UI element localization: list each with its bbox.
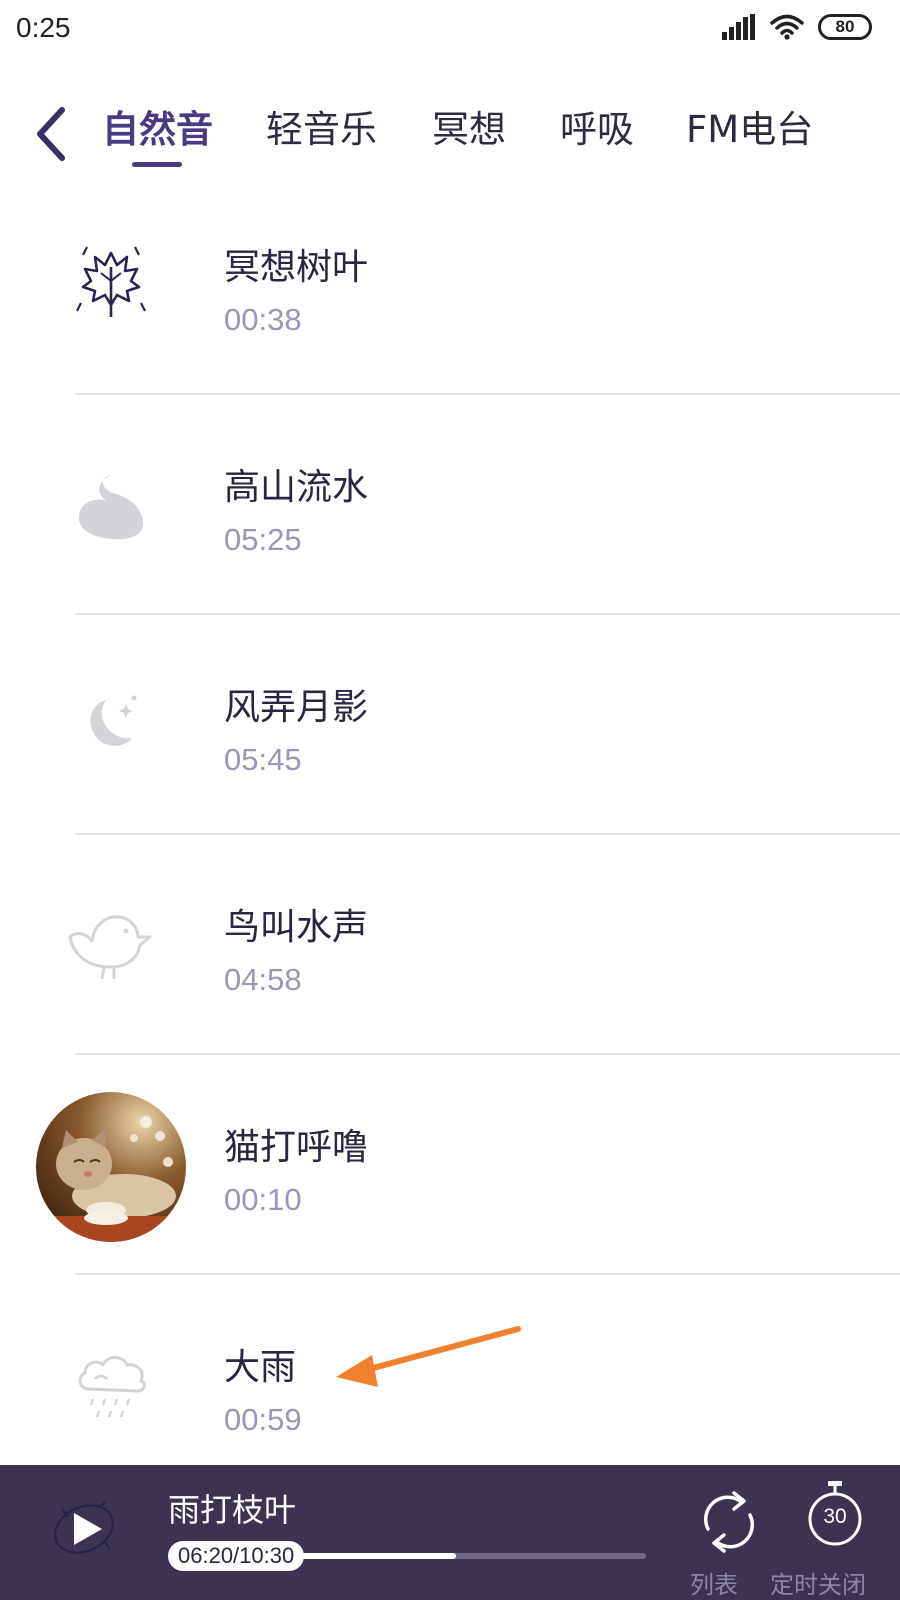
status-time: 0:25 xyxy=(16,12,71,43)
divider xyxy=(75,1273,900,1275)
timer-label: 定时关闭 xyxy=(770,1571,866,1599)
track-title: 大雨 xyxy=(224,1347,297,1388)
tab-meditation[interactable]: 冥想 xyxy=(432,100,506,170)
divider xyxy=(75,833,900,835)
cat-thumbnail xyxy=(36,1092,186,1242)
track-list: 冥想树叶 00:38 高山流水 05:25 风弄月影 05:45 鸟叫水声 04… xyxy=(0,180,900,1465)
loop-button[interactable] xyxy=(696,1487,762,1557)
back-button[interactable] xyxy=(30,104,74,164)
track-duration: 05:45 xyxy=(224,742,302,777)
status-bar: 0:25 80 xyxy=(0,0,900,62)
track-title: 猫打呼噜 xyxy=(224,1127,369,1168)
bird-icon xyxy=(36,870,186,1020)
rain-cloud-icon xyxy=(36,1310,186,1460)
divider xyxy=(75,393,900,395)
mini-player: 雨打枝叶 06:20/10:30 列表 30 定时关闭 xyxy=(0,1465,900,1600)
wifi-icon xyxy=(770,14,804,40)
status-icons: 80 xyxy=(722,14,872,40)
divider xyxy=(75,613,900,615)
track-duration: 05:25 xyxy=(224,522,302,557)
tab-nature-sounds[interactable]: 自然音 xyxy=(102,100,213,170)
tab-fm-radio[interactable]: FM电台 xyxy=(686,100,813,170)
track-duration: 04:58 xyxy=(224,962,302,997)
list-item[interactable]: 鸟叫水声 04:58 xyxy=(0,840,900,1064)
active-tab-indicator xyxy=(132,162,182,167)
leaf-icon xyxy=(36,208,186,358)
tabs: 自然音 轻音乐 冥想 呼吸 FM电台 xyxy=(102,100,824,170)
track-duration: 00:38 xyxy=(224,302,302,337)
list-item[interactable]: 冥想树叶 00:38 xyxy=(0,180,900,404)
sleep-timer-button[interactable]: 30 xyxy=(806,1479,864,1555)
category-tab-bar: 自然音 轻音乐 冥想 呼吸 FM电台 xyxy=(0,90,900,180)
list-item[interactable]: 猫打呼噜 00:10 xyxy=(0,1060,900,1284)
timer-minutes: 30 xyxy=(823,1505,847,1528)
play-icon xyxy=(54,1500,114,1554)
cat-photo xyxy=(36,1092,186,1242)
water-drop-icon xyxy=(36,432,186,582)
tab-breathing[interactable]: 呼吸 xyxy=(560,100,634,170)
annotation-arrow-icon xyxy=(336,1326,521,1387)
signal-icon xyxy=(722,14,755,40)
tab-label: 自然音 xyxy=(102,108,213,151)
list-item[interactable]: 风弄月影 05:45 xyxy=(0,620,900,844)
play-button[interactable] xyxy=(46,1491,122,1567)
track-title: 鸟叫水声 xyxy=(224,907,369,948)
loop-label: 列表 xyxy=(690,1571,738,1599)
track-title: 冥想树叶 xyxy=(224,247,369,288)
moon-icon xyxy=(36,650,186,800)
track-duration: 00:59 xyxy=(224,1402,302,1437)
track-duration: 00:10 xyxy=(224,1182,302,1217)
battery-indicator: 80 xyxy=(818,14,872,40)
divider xyxy=(75,1053,900,1055)
track-title: 高山流水 xyxy=(224,467,369,508)
list-item[interactable]: 高山流水 05:25 xyxy=(0,400,900,624)
track-title: 风弄月影 xyxy=(224,687,369,728)
repeat-icon xyxy=(704,1491,754,1553)
now-playing-title: 雨打枝叶 xyxy=(168,1491,297,1529)
tab-light-music[interactable]: 轻音乐 xyxy=(266,100,377,170)
chevron-left-icon xyxy=(37,107,65,161)
playback-time: 06:20/10:30 xyxy=(168,1541,305,1571)
